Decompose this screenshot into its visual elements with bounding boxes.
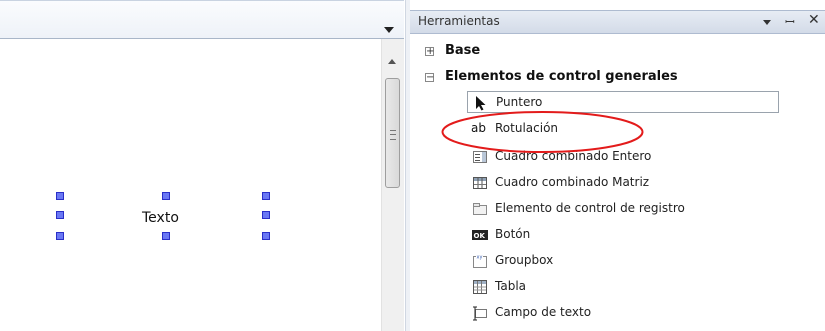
- toolbox-panel: Herramientas ꟷ ✕ + Base − Elementos de c…: [410, 0, 825, 331]
- register-control-icon: [472, 201, 488, 217]
- scroll-up-arrow-icon[interactable]: [388, 59, 396, 64]
- table-icon: [472, 279, 488, 295]
- tool-label: Cuadro combinado Entero: [495, 149, 652, 163]
- close-icon[interactable]: ✕: [808, 12, 820, 28]
- group-base[interactable]: + Base: [410, 42, 810, 62]
- tool-item-groupbox[interactable]: xy Groupbox: [467, 250, 779, 272]
- form-designer: Texto: [0, 0, 405, 331]
- svg-text:OK: OK: [474, 232, 486, 240]
- collapse-icon[interactable]: −: [425, 73, 434, 83]
- group-label: Elementos de control generales: [445, 69, 678, 84]
- resize-handle-top-right[interactable]: [262, 192, 270, 200]
- pin-icon[interactable]: ꟷ: [785, 13, 795, 30]
- combobox-matrix-icon: [472, 175, 488, 191]
- vertical-scrollbar[interactable]: [381, 39, 404, 331]
- scrollbar-thumb[interactable]: [385, 78, 400, 188]
- tool-label: Puntero: [496, 95, 543, 109]
- tool-item-text-field[interactable]: Campo de texto: [467, 302, 779, 324]
- tool-label: Tabla: [495, 279, 527, 293]
- tool-item-register-control[interactable]: Elemento de control de registro: [467, 198, 779, 220]
- tool-item-label[interactable]: ab Rotulación: [467, 118, 779, 140]
- tool-label: Elemento de control de registro: [495, 201, 685, 215]
- resize-handle-bottom-left[interactable]: [56, 232, 64, 240]
- resize-handle-top-center[interactable]: [162, 192, 170, 200]
- pointer-icon: [473, 95, 489, 111]
- dropdown-arrow-icon[interactable]: [763, 20, 771, 25]
- resize-handle-bottom-center[interactable]: [162, 232, 170, 240]
- selected-label-control[interactable]: Texto: [142, 210, 179, 226]
- scroll-grip-icon: [390, 130, 396, 140]
- tool-item-pointer[interactable]: Puntero: [467, 91, 779, 113]
- group-general-controls[interactable]: − Elementos de control generales: [410, 68, 810, 88]
- combobox-integer-icon: [472, 149, 488, 165]
- resize-handle-top-left[interactable]: [56, 192, 64, 200]
- design-canvas[interactable]: [0, 39, 381, 331]
- toolbox-header: Herramientas ꟷ ✕: [410, 10, 825, 34]
- tool-item-combobox-integer[interactable]: Cuadro combinado Entero: [467, 146, 779, 168]
- expand-icon[interactable]: +: [425, 47, 434, 57]
- ok-button-icon: OK: [472, 227, 488, 243]
- tool-item-table[interactable]: Tabla: [467, 276, 779, 298]
- resize-handle-bottom-right[interactable]: [262, 232, 270, 240]
- resize-handle-middle-left[interactable]: [56, 211, 64, 219]
- ab-label-icon: ab: [471, 121, 486, 135]
- document-tab-bar: [0, 0, 404, 39]
- svg-text:xy: xy: [477, 255, 483, 261]
- group-label: Base: [445, 43, 481, 58]
- toolbox-title: Herramientas: [418, 14, 500, 28]
- resize-handle-middle-right[interactable]: [262, 211, 270, 219]
- tool-item-button[interactable]: OK Botón: [467, 224, 779, 246]
- document-list-dropdown-icon[interactable]: [384, 27, 394, 33]
- tool-label: Cuadro combinado Matriz: [495, 175, 650, 189]
- tool-label: Botón: [495, 227, 531, 241]
- tool-label: Rotulación: [495, 121, 559, 135]
- groupbox-icon: xy: [472, 253, 488, 269]
- tool-label: Groupbox: [495, 253, 554, 267]
- text-field-icon: [472, 305, 488, 321]
- tool-label: Campo de texto: [495, 305, 592, 319]
- tool-item-combobox-matrix[interactable]: Cuadro combinado Matriz: [467, 172, 779, 194]
- tab-bar-border: [0, 0, 404, 1]
